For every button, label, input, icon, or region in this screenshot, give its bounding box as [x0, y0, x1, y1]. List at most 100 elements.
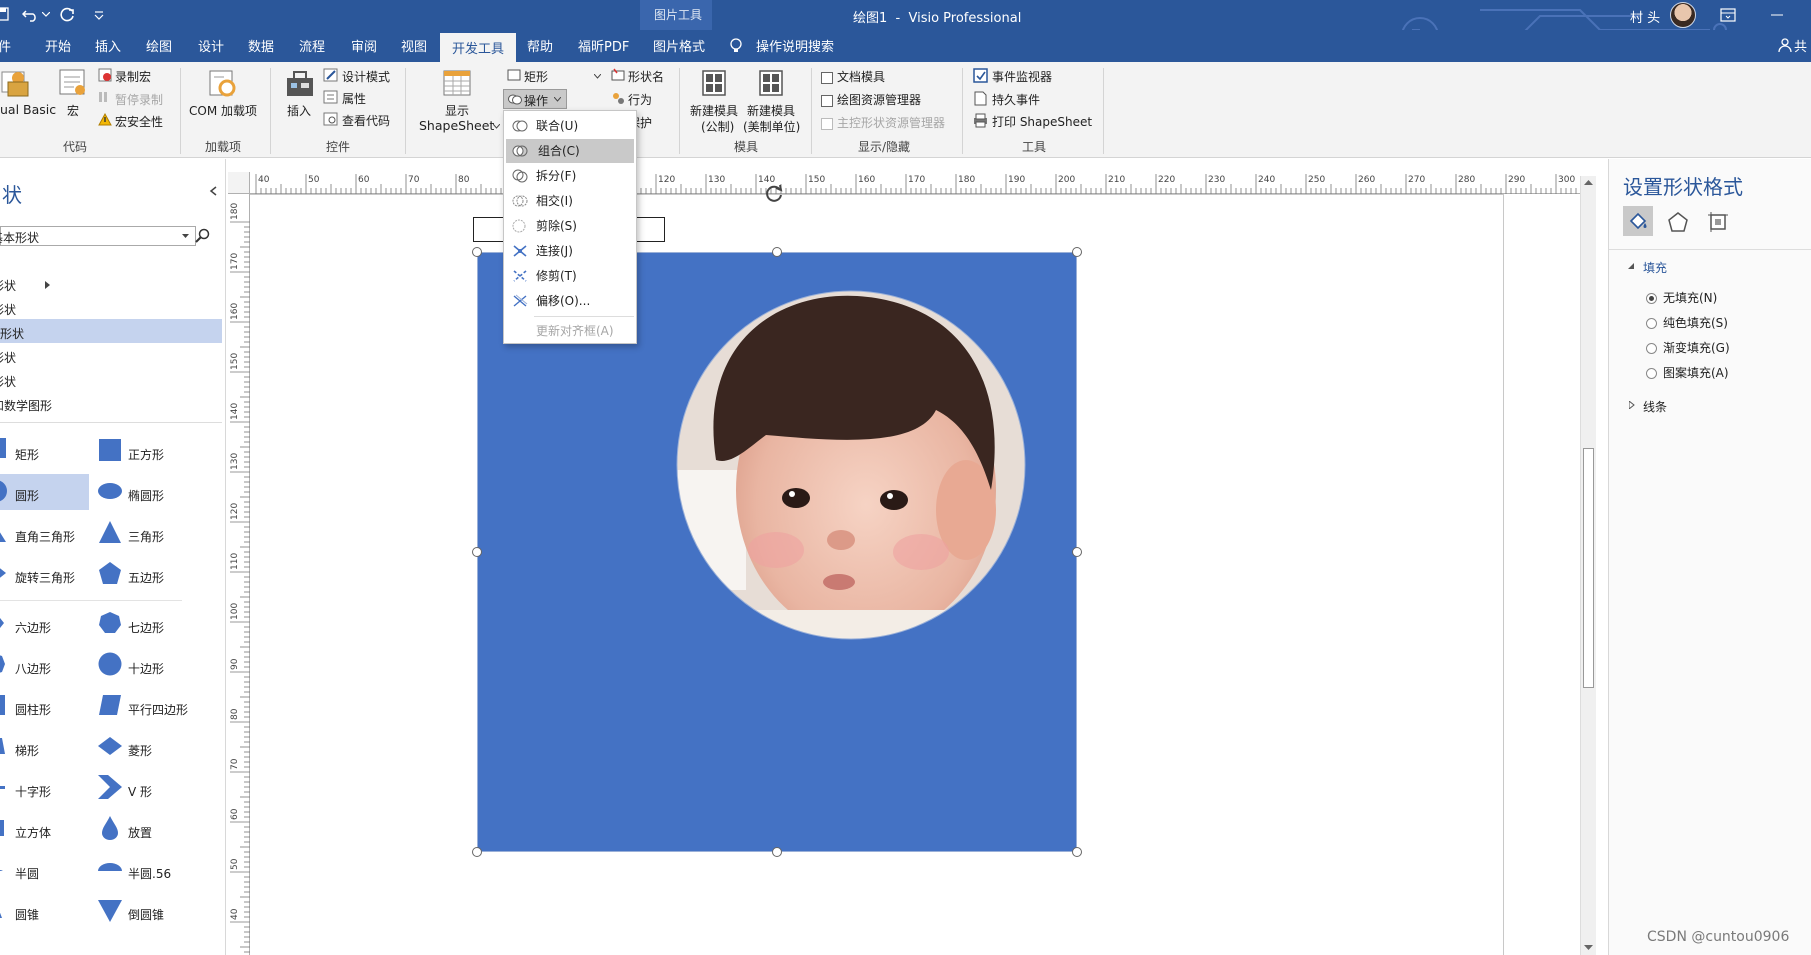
- record-macro-button[interactable]: 录制宏: [115, 68, 151, 85]
- shape-cube[interactable]: 立方体: [15, 824, 51, 841]
- effects-pentagon-icon[interactable]: [1667, 211, 1689, 233]
- scrollbar-thumb[interactable]: [1583, 448, 1594, 688]
- shape-decagon[interactable]: 十边形: [128, 660, 164, 677]
- shape-pentagon[interactable]: 五边形: [128, 569, 164, 586]
- tab-file[interactable]: 件: [0, 36, 11, 55]
- drawing-canvas[interactable]: [250, 184, 1594, 955]
- hexagon-shape-icon[interactable]: [0, 611, 8, 635]
- shape-diamond[interactable]: 菱形: [128, 742, 152, 759]
- show-shapesheet-button[interactable]: ShapeSheet: [419, 118, 494, 133]
- shape-trapezoid[interactable]: 梯形: [15, 742, 39, 759]
- drawing-explorer-checkbox[interactable]: 绘图资源管理器: [821, 91, 921, 108]
- scroll-up-arrow-icon[interactable]: [1584, 179, 1593, 186]
- circular-photo-shape[interactable]: [676, 290, 1026, 640]
- tell-me-search[interactable]: 操作说明搜索: [756, 36, 834, 55]
- cylinder-shape-icon[interactable]: [0, 693, 8, 717]
- collapse-pane-icon[interactable]: [209, 186, 217, 196]
- shape-circle[interactable]: 圆形: [15, 487, 39, 504]
- tab-draw[interactable]: 绘图: [146, 36, 172, 55]
- ellipse-shape-icon[interactable]: [98, 479, 122, 503]
- shape-category[interactable]: 本形状: [0, 325, 24, 342]
- search-icon[interactable]: [194, 227, 212, 245]
- rotation-handle[interactable]: [763, 182, 785, 204]
- tab-data[interactable]: 数据: [248, 36, 274, 55]
- menu-item-subtract[interactable]: 剪除(S): [504, 214, 636, 238]
- selection-handle-w[interactable]: [472, 547, 482, 557]
- shape-rectangle[interactable]: 矩形: [15, 446, 39, 463]
- user-name[interactable]: 村 头: [1630, 7, 1660, 26]
- share-label[interactable]: 共: [1794, 36, 1807, 55]
- tab-help[interactable]: 帮助: [527, 36, 553, 55]
- shape-square[interactable]: 正方形: [128, 446, 164, 463]
- vertical-scrollbar[interactable]: [1580, 176, 1596, 955]
- visual-basic-icon[interactable]: [0, 68, 34, 100]
- shape-half-circle-56[interactable]: 半圆.56: [128, 865, 171, 882]
- view-code-button[interactable]: 查看代码: [342, 112, 390, 129]
- size-properties-icon[interactable]: [1707, 211, 1729, 233]
- circle-shape-icon[interactable]: [0, 479, 8, 503]
- shape-half-circle[interactable]: 半圆: [15, 865, 39, 882]
- shape-right-triangle[interactable]: 直角三角形: [15, 528, 75, 545]
- undo-dropdown-icon[interactable]: [42, 12, 50, 18]
- shape-category[interactable]: 形状: [0, 277, 16, 294]
- shape-drop[interactable]: 放置: [128, 824, 152, 841]
- rectangle-button[interactable]: 矩形: [524, 68, 548, 85]
- heptagon-shape-icon[interactable]: [98, 611, 122, 635]
- diamond-shape-icon[interactable]: [98, 734, 122, 758]
- parallelogram-shape-icon[interactable]: [98, 693, 122, 717]
- shape-chevron[interactable]: V 形: [128, 783, 152, 800]
- shape-cross[interactable]: 十字形: [15, 783, 51, 800]
- tab-picture-format[interactable]: 图片格式: [653, 36, 705, 55]
- shape-parallelogram[interactable]: 平行四边形: [128, 701, 188, 718]
- menu-item-fragment[interactable]: 拆分(F): [504, 164, 636, 188]
- rectangle-shape-icon[interactable]: [0, 437, 8, 459]
- selection-handle-sw[interactable]: [472, 847, 482, 857]
- new-stencil-metric-button[interactable]: 新建模具: [690, 102, 738, 119]
- shape-rotated-triangle[interactable]: 旋转三角形: [15, 569, 75, 586]
- event-monitor-button[interactable]: 事件监视器: [992, 68, 1052, 85]
- shape-cylinder[interactable]: 圆柱形: [15, 701, 51, 718]
- selection-handle-se[interactable]: [1072, 847, 1082, 857]
- insert-control-icon[interactable]: [284, 68, 316, 100]
- tab-home[interactable]: 开始: [45, 36, 71, 55]
- new-stencil-us-button[interactable]: 新建模具: [747, 102, 795, 119]
- checkbox[interactable]: [821, 94, 833, 107]
- properties-button[interactable]: 属性: [342, 90, 366, 107]
- search-shapes-input[interactable]: 基本形状: [0, 226, 196, 246]
- insert-control-button[interactable]: 插入: [287, 102, 311, 119]
- tab-review[interactable]: 审阅: [351, 36, 377, 55]
- com-addin-icon[interactable]: [207, 68, 239, 100]
- persistent-events-button[interactable]: 持久事件: [992, 91, 1040, 108]
- half-circle-56-shape-icon[interactable]: [98, 857, 122, 881]
- shape-category[interactable]: 形状: [0, 301, 16, 318]
- cross-shape-icon[interactable]: [0, 775, 8, 799]
- selection-handle-s[interactable]: [772, 847, 782, 857]
- print-shapesheet-button[interactable]: 打印 ShapeSheet: [992, 113, 1092, 130]
- dropdown-arrow-icon[interactable]: [182, 234, 189, 239]
- octagon-shape-icon[interactable]: [0, 652, 8, 676]
- shape-heptagon[interactable]: 七边形: [128, 619, 164, 636]
- fill-option-gradient[interactable]: 渐变填充(G): [1646, 339, 1730, 356]
- tab-design[interactable]: 设计: [198, 36, 224, 55]
- new-stencil-us-icon[interactable]: [759, 70, 783, 96]
- shape-category[interactable]: 和数学图形: [0, 397, 52, 414]
- pentagon-shape-icon[interactable]: [98, 561, 122, 585]
- fill-option-solid[interactable]: 纯色填充(S): [1646, 314, 1728, 331]
- selection-handle-nw[interactable]: [472, 247, 482, 257]
- fill-line-tab[interactable]: [1623, 206, 1653, 236]
- design-mode-button[interactable]: 设计模式: [342, 68, 390, 85]
- radio-button[interactable]: [1646, 343, 1657, 354]
- trapezoid-shape-icon[interactable]: [0, 734, 8, 758]
- cone-shape-icon[interactable]: [0, 898, 8, 922]
- scroll-down-arrow-icon[interactable]: [1584, 944, 1593, 951]
- menu-item-intersect[interactable]: 相交(I): [504, 189, 636, 213]
- fill-option-none[interactable]: 无填充(N): [1646, 289, 1717, 306]
- new-stencil-metric-icon[interactable]: [702, 70, 726, 96]
- shape-ellipse[interactable]: 椭圆形: [128, 487, 164, 504]
- radio-button[interactable]: [1646, 293, 1657, 304]
- tab-insert[interactable]: 插入: [95, 36, 121, 55]
- shape-category[interactable]: 形状: [0, 373, 16, 390]
- cube-shape-icon[interactable]: [0, 816, 8, 840]
- rotated-triangle-shape-icon[interactable]: [0, 561, 8, 585]
- visual-basic-button[interactable]: ual Basic: [0, 102, 56, 117]
